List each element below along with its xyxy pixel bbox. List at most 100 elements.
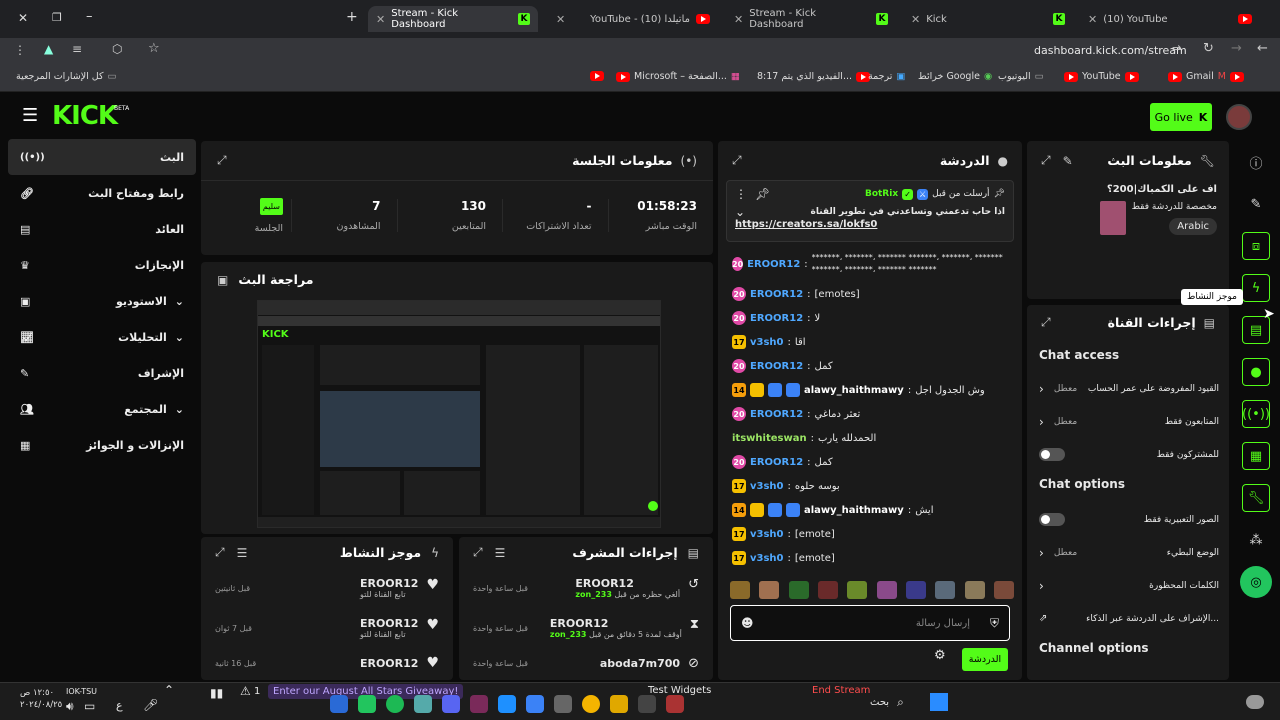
stats-icon[interactable]: ▮▮ bbox=[210, 686, 223, 700]
broadcast-icon[interactable]: ((•)) bbox=[1242, 400, 1270, 428]
chat-username[interactable]: itswhiteswan bbox=[732, 433, 807, 444]
expand-icon[interactable]: ⤢ bbox=[732, 153, 742, 168]
app-icon[interactable] bbox=[358, 695, 376, 713]
sidebar-item-stream-key[interactable]: 🔗︎ رابط ومفتاح البث bbox=[8, 175, 196, 211]
chat-username[interactable]: EROOR12 bbox=[750, 313, 803, 324]
shield-icon[interactable]: ⛨ bbox=[990, 616, 999, 631]
expand-icon[interactable]: ⤢ bbox=[217, 153, 227, 168]
info-icon[interactable]: ⓘ bbox=[1242, 148, 1270, 176]
chat-username[interactable]: alawy_haithmawy bbox=[804, 385, 904, 396]
bookmark-video[interactable]: 8:17 الفيديو الذي يتم... bbox=[757, 71, 870, 82]
emoji-icon[interactable]: ☻ bbox=[741, 616, 754, 630]
obs-icon[interactable] bbox=[554, 695, 572, 713]
chat-username[interactable]: EROOR12 bbox=[750, 361, 803, 372]
steam-icon[interactable] bbox=[330, 695, 348, 713]
forward-icon[interactable]: → bbox=[1231, 41, 1242, 56]
language-indicator[interactable]: ع bbox=[116, 699, 123, 712]
chat-username[interactable]: v3sh0 bbox=[750, 481, 784, 492]
tab-youtube[interactable]: ✕ YouTube - (10) ماتيلدا bbox=[548, 6, 718, 32]
setting-account-age[interactable]: › معطل القيود المفروضة على عمر الحساب bbox=[1039, 372, 1219, 405]
app-icon[interactable] bbox=[666, 695, 684, 713]
sidebar-item-achievements[interactable]: ♛ الإنجازات bbox=[8, 247, 196, 283]
restore-window-icon[interactable]: ❐ bbox=[52, 11, 62, 24]
new-tab-button[interactable]: + bbox=[346, 9, 358, 25]
chat-input[interactable]: ☻ إرسال رسالة ⛨ bbox=[730, 605, 1010, 641]
sidebar-item-studio[interactable]: ▣ الاستوديو ⌄ bbox=[8, 283, 196, 319]
end-stream-button[interactable]: End Stream bbox=[812, 685, 870, 696]
emotes-only-toggle[interactable] bbox=[1039, 513, 1065, 526]
setting-banned-words[interactable]: › الكلمات المحظورة bbox=[1039, 569, 1219, 602]
emote[interactable] bbox=[935, 581, 956, 599]
tab-stream-dashboard[interactable]: ✕ Stream - Kick Dashboard K bbox=[368, 6, 538, 32]
minimize-window-icon[interactable]: – bbox=[86, 9, 93, 24]
extension-icon[interactable]: ▲ bbox=[44, 42, 53, 56]
support-headset-icon[interactable]: ◎ bbox=[1240, 566, 1272, 598]
expand-icon[interactable]: ⤢ bbox=[1041, 153, 1051, 168]
emote[interactable] bbox=[905, 581, 926, 599]
microphone-icon[interactable]: 🎤︎ bbox=[143, 698, 158, 712]
setting-followers-only[interactable]: › معطل المتابعون فقط bbox=[1039, 405, 1219, 438]
discord-icon[interactable] bbox=[442, 695, 460, 713]
more-options-icon[interactable]: ⋮ bbox=[735, 187, 747, 201]
emote[interactable] bbox=[847, 581, 868, 599]
next-icon[interactable] bbox=[470, 695, 488, 713]
sidebar-item-analytics[interactable]: 📈︎ التحليلات ⌄ bbox=[8, 319, 196, 355]
chat-username[interactable]: v3sh0 bbox=[750, 337, 784, 348]
edit-pencil-icon[interactable]: ✎ bbox=[1063, 154, 1073, 168]
sidebar-item-live[interactable]: ((•)) البث bbox=[8, 139, 196, 175]
battery-icon[interactable]: ▭ bbox=[84, 699, 95, 713]
expand-icon[interactable]: ⤢ bbox=[1041, 315, 1051, 330]
sidebar-item-moderation[interactable]: ✎ الإشراف bbox=[8, 355, 196, 391]
url-field[interactable]: dashboard.kick.com/stream bbox=[1034, 44, 1187, 57]
wrench-icon[interactable]: 🔧︎ bbox=[1242, 484, 1270, 512]
bookmark-gmail[interactable]: Gmail M bbox=[1168, 71, 1244, 82]
emote[interactable] bbox=[876, 581, 897, 599]
hamburger-menu-icon[interactable]: ☰ bbox=[22, 105, 38, 126]
close-tab-icon[interactable]: ✕ bbox=[911, 13, 920, 26]
setting-slow-mode[interactable]: › معطل الوضع البطيء bbox=[1039, 536, 1219, 569]
chevron-down-icon[interactable]: ⌄ bbox=[735, 205, 745, 219]
chat-bubble-icon[interactable]: ● bbox=[1242, 358, 1270, 386]
spotify-icon[interactable] bbox=[386, 695, 404, 713]
tab-youtube-2[interactable]: ✕ (10) YouTube bbox=[1080, 6, 1260, 32]
filter-icon[interactable]: ☰ bbox=[495, 546, 506, 560]
sidebar-item-community[interactable]: 👥︎ المجتمع ⌄ bbox=[8, 391, 196, 427]
clock[interactable]: ١٢:٥٠ ص ٢٠٢٤/٠٨/٢٥ bbox=[20, 687, 62, 711]
kick-logo[interactable]: KICK bbox=[52, 101, 118, 131]
community-icon[interactable]: ⁂ bbox=[1242, 526, 1270, 554]
edge-icon[interactable] bbox=[498, 695, 516, 713]
chat-username[interactable]: EROOR12 bbox=[750, 457, 803, 468]
chat-username[interactable]: v3sh0 bbox=[750, 553, 784, 564]
sidebar-item-revenue[interactable]: ▤ العائد bbox=[8, 211, 196, 247]
settings-gear-icon[interactable]: ⚙ bbox=[934, 648, 946, 663]
chat-username[interactable]: EROOR12 bbox=[750, 409, 803, 420]
back-icon[interactable]: ← bbox=[1257, 41, 1268, 56]
volume-icon[interactable]: 🔊︎ bbox=[66, 699, 74, 714]
search-box[interactable]: بحث ⌕ bbox=[870, 695, 904, 710]
chat-username[interactable]: v3sh0 bbox=[750, 529, 784, 540]
bookmark-maps[interactable]: خرائط Google ◉ bbox=[918, 71, 992, 82]
tab-kick[interactable]: ✕ Kick K bbox=[903, 6, 1073, 32]
subscribers-only-toggle[interactable] bbox=[1039, 448, 1065, 461]
site-settings-icon[interactable]: ⇌ bbox=[1172, 42, 1181, 55]
bookmark-microsoft[interactable]: Microsoft – الصفحة... ▦ bbox=[616, 71, 740, 82]
bookmark-star-icon[interactable]: ☆ bbox=[148, 41, 160, 56]
send-chat-button[interactable]: الدردشة bbox=[962, 648, 1008, 671]
go-live-button[interactable]: Go live K bbox=[1150, 103, 1212, 131]
reload-icon[interactable]: ↻ bbox=[1203, 41, 1214, 56]
close-tab-icon[interactable]: ✕ bbox=[734, 13, 743, 26]
chrome-icon[interactable] bbox=[582, 695, 600, 713]
layout-icon[interactable]: ▦ bbox=[1242, 442, 1270, 470]
close-window-icon[interactable]: ✕ bbox=[18, 11, 28, 25]
emote[interactable] bbox=[788, 581, 809, 599]
chat-username[interactable]: alawy_haithmawy bbox=[804, 505, 904, 516]
bookmark-youtube[interactable]: YouTube bbox=[1064, 71, 1139, 82]
screen-capture-icon[interactable]: ⧈ bbox=[1242, 232, 1270, 260]
menu-dots-icon[interactable]: ⋮ bbox=[14, 43, 26, 57]
weather-icon[interactable] bbox=[1246, 695, 1264, 709]
chat-username[interactable]: EROOR12 bbox=[747, 259, 800, 270]
stream-preview-video[interactable]: KICK bbox=[257, 300, 661, 528]
avatar[interactable] bbox=[1226, 104, 1252, 130]
close-tab-icon[interactable]: ✕ bbox=[376, 13, 385, 26]
folder-icon[interactable] bbox=[610, 695, 628, 713]
